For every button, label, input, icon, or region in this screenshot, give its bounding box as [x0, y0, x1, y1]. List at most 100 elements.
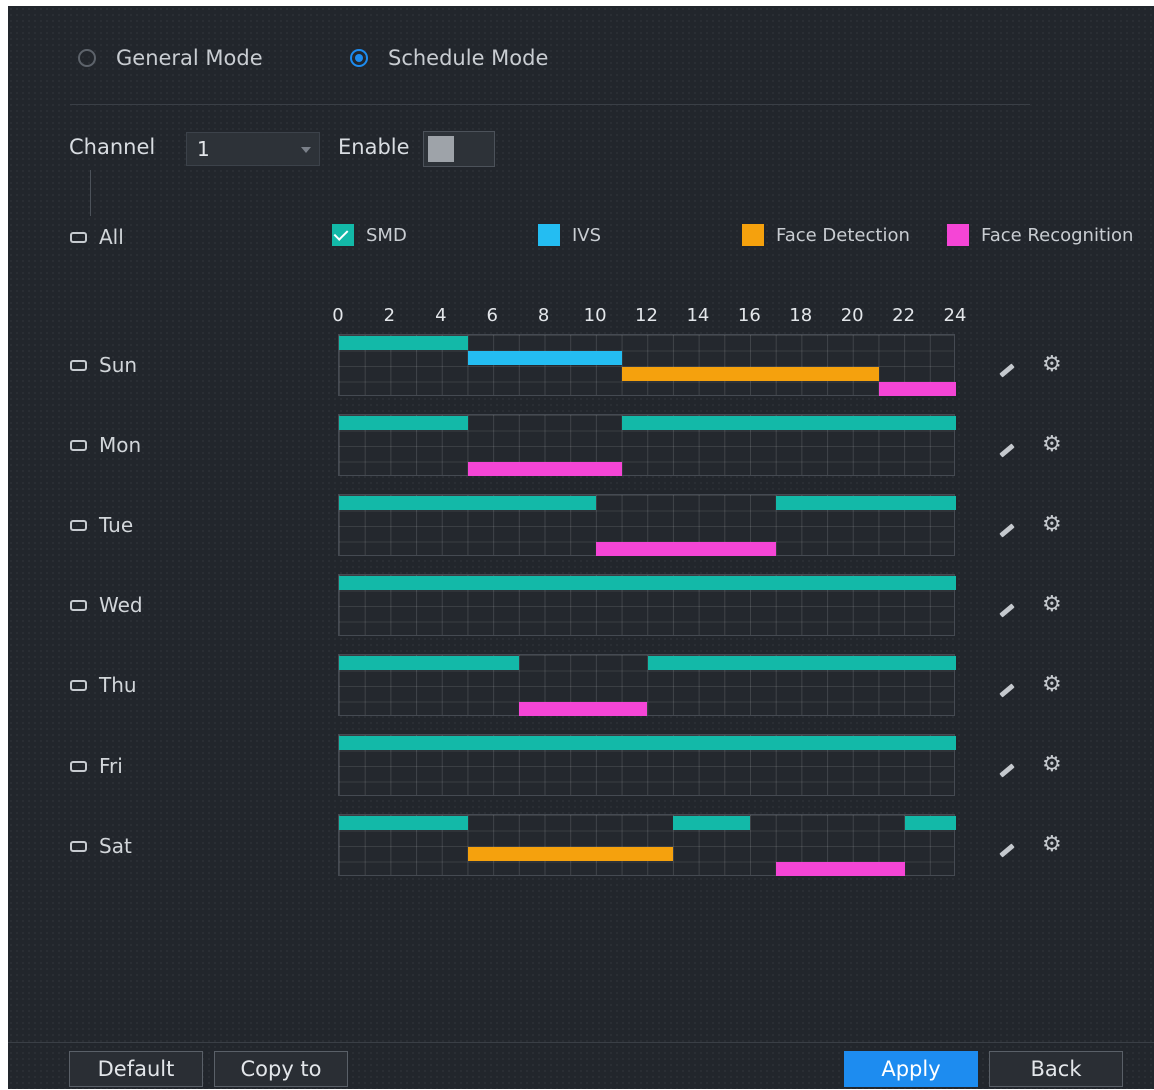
day-label: Wed	[99, 593, 143, 617]
legend-smd[interactable]: SMD	[332, 224, 407, 246]
checkbox-icon	[70, 231, 87, 243]
gear-icon[interactable]: ⚙	[1042, 432, 1062, 457]
channel-value: 1	[197, 137, 210, 161]
schedule-segment[interactable]	[647, 656, 956, 670]
day-checkbox-wed[interactable]: Wed	[70, 593, 143, 617]
toggle-knob	[428, 136, 454, 162]
schedule-segment[interactable]	[596, 542, 777, 556]
schedule-segment[interactable]	[673, 816, 751, 830]
schedule-segment[interactable]	[518, 702, 648, 716]
schedule-segment[interactable]	[339, 416, 468, 430]
day-checkbox-thu[interactable]: Thu	[70, 673, 137, 697]
ivs-swatch-icon	[538, 224, 560, 246]
hour-tick-label: 4	[435, 305, 447, 326]
timeline-sun[interactable]	[338, 334, 956, 396]
day-label: Tue	[99, 513, 134, 537]
gear-icon[interactable]: ⚙	[1042, 352, 1062, 377]
timeline-tue[interactable]	[338, 494, 956, 556]
chevron-down-icon	[301, 147, 311, 153]
apply-button[interactable]: Apply	[844, 1051, 978, 1087]
day-checkbox-sun[interactable]: Sun	[70, 353, 137, 377]
timeline-sat[interactable]	[338, 814, 956, 876]
checkbox-icon	[70, 679, 87, 691]
schedule-segment[interactable]	[467, 847, 674, 861]
schedule-segment[interactable]	[339, 656, 519, 670]
day-label: Thu	[99, 673, 137, 697]
hour-tick-label: 24	[943, 305, 967, 326]
hour-tick-label: 16	[737, 305, 761, 326]
schedule-segment[interactable]	[904, 816, 956, 830]
gear-icon[interactable]: ⚙	[1042, 592, 1062, 617]
timeline-thu[interactable]	[338, 654, 956, 716]
timeline-mon[interactable]	[338, 414, 956, 476]
checkbox-icon	[70, 359, 87, 371]
checkbox-icon	[70, 840, 87, 852]
hour-tick-label: 10	[583, 305, 607, 326]
schedule-segment[interactable]	[467, 462, 622, 476]
general-mode-radio[interactable]: General Mode	[78, 46, 263, 70]
gear-icon[interactable]: ⚙	[1042, 752, 1062, 777]
legend-face-recognition[interactable]: Face Recognition	[947, 224, 1133, 246]
radio-selected-icon	[350, 49, 368, 67]
schedule-segment[interactable]	[339, 336, 468, 350]
mode-divider	[70, 104, 1030, 105]
legend-label: SMD	[366, 224, 407, 246]
back-button[interactable]: Back	[989, 1051, 1123, 1087]
checkbox-icon	[70, 599, 87, 611]
legend-label: IVS	[572, 224, 602, 246]
schedule-segment[interactable]	[776, 862, 905, 876]
checkbox-icon	[70, 760, 87, 772]
schedule-segment[interactable]	[878, 382, 956, 396]
schedule-segment[interactable]	[339, 576, 956, 590]
schedule-segment[interactable]	[776, 496, 956, 510]
schedule-segment[interactable]	[339, 496, 597, 510]
day-label: Sat	[99, 834, 132, 858]
hour-tick-label: 14	[686, 305, 710, 326]
gear-icon[interactable]: ⚙	[1042, 512, 1062, 537]
day-checkbox-fri[interactable]: Fri	[70, 754, 123, 778]
hour-tick-label: 18	[789, 305, 813, 326]
all-checkbox[interactable]: All	[70, 225, 124, 249]
face-detection-swatch-icon	[742, 224, 764, 246]
hour-tick-label: 12	[635, 305, 658, 326]
day-label: Sun	[99, 353, 138, 377]
checkbox-icon	[70, 519, 87, 531]
hour-tick-label: 22	[892, 305, 916, 326]
schedule-segment[interactable]	[339, 816, 468, 830]
hour-tick-label: 0	[332, 305, 344, 326]
gear-icon[interactable]: ⚙	[1042, 832, 1062, 857]
schedule-mode-radio[interactable]: Schedule Mode	[350, 46, 548, 70]
enable-label: Enable	[338, 135, 410, 159]
schedule-mode-label: Schedule Mode	[388, 46, 549, 70]
channel-select[interactable]: 1	[186, 132, 320, 166]
schedule-segment[interactable]	[339, 736, 956, 750]
day-label: Mon	[99, 433, 142, 457]
gear-icon[interactable]: ⚙	[1042, 672, 1062, 697]
hour-tick-label: 6	[486, 305, 498, 326]
general-mode-label: General Mode	[116, 46, 263, 70]
timeline-fri[interactable]	[338, 734, 956, 796]
legend-face-detection[interactable]: Face Detection	[742, 224, 910, 246]
radio-icon	[78, 49, 96, 67]
enable-toggle[interactable]	[423, 131, 495, 167]
all-label: All	[99, 225, 124, 249]
hour-tick-label: 20	[840, 305, 864, 326]
legend-ivs[interactable]: IVS	[538, 224, 601, 246]
hour-tick-label: 2	[383, 305, 396, 326]
schedule-segment[interactable]	[621, 416, 956, 430]
timeline-wed[interactable]	[338, 574, 956, 636]
schedule-segment[interactable]	[467, 351, 622, 365]
day-checkbox-sat[interactable]: Sat	[70, 834, 132, 858]
hour-tick-label: 8	[537, 305, 550, 326]
schedule-segment[interactable]	[621, 367, 879, 381]
day-checkbox-tue[interactable]: Tue	[70, 513, 133, 537]
day-label: Fri	[99, 754, 123, 778]
legend-label: Face Recognition	[981, 224, 1134, 246]
legend-label: Face Detection	[776, 224, 910, 246]
copy-to-button[interactable]: Copy to	[214, 1051, 348, 1087]
default-button[interactable]: Default	[69, 1051, 203, 1087]
day-checkbox-mon[interactable]: Mon	[70, 433, 141, 457]
channel-label: Channel	[69, 135, 156, 159]
smd-checkbox-icon	[332, 224, 354, 246]
connector-line	[90, 170, 91, 216]
